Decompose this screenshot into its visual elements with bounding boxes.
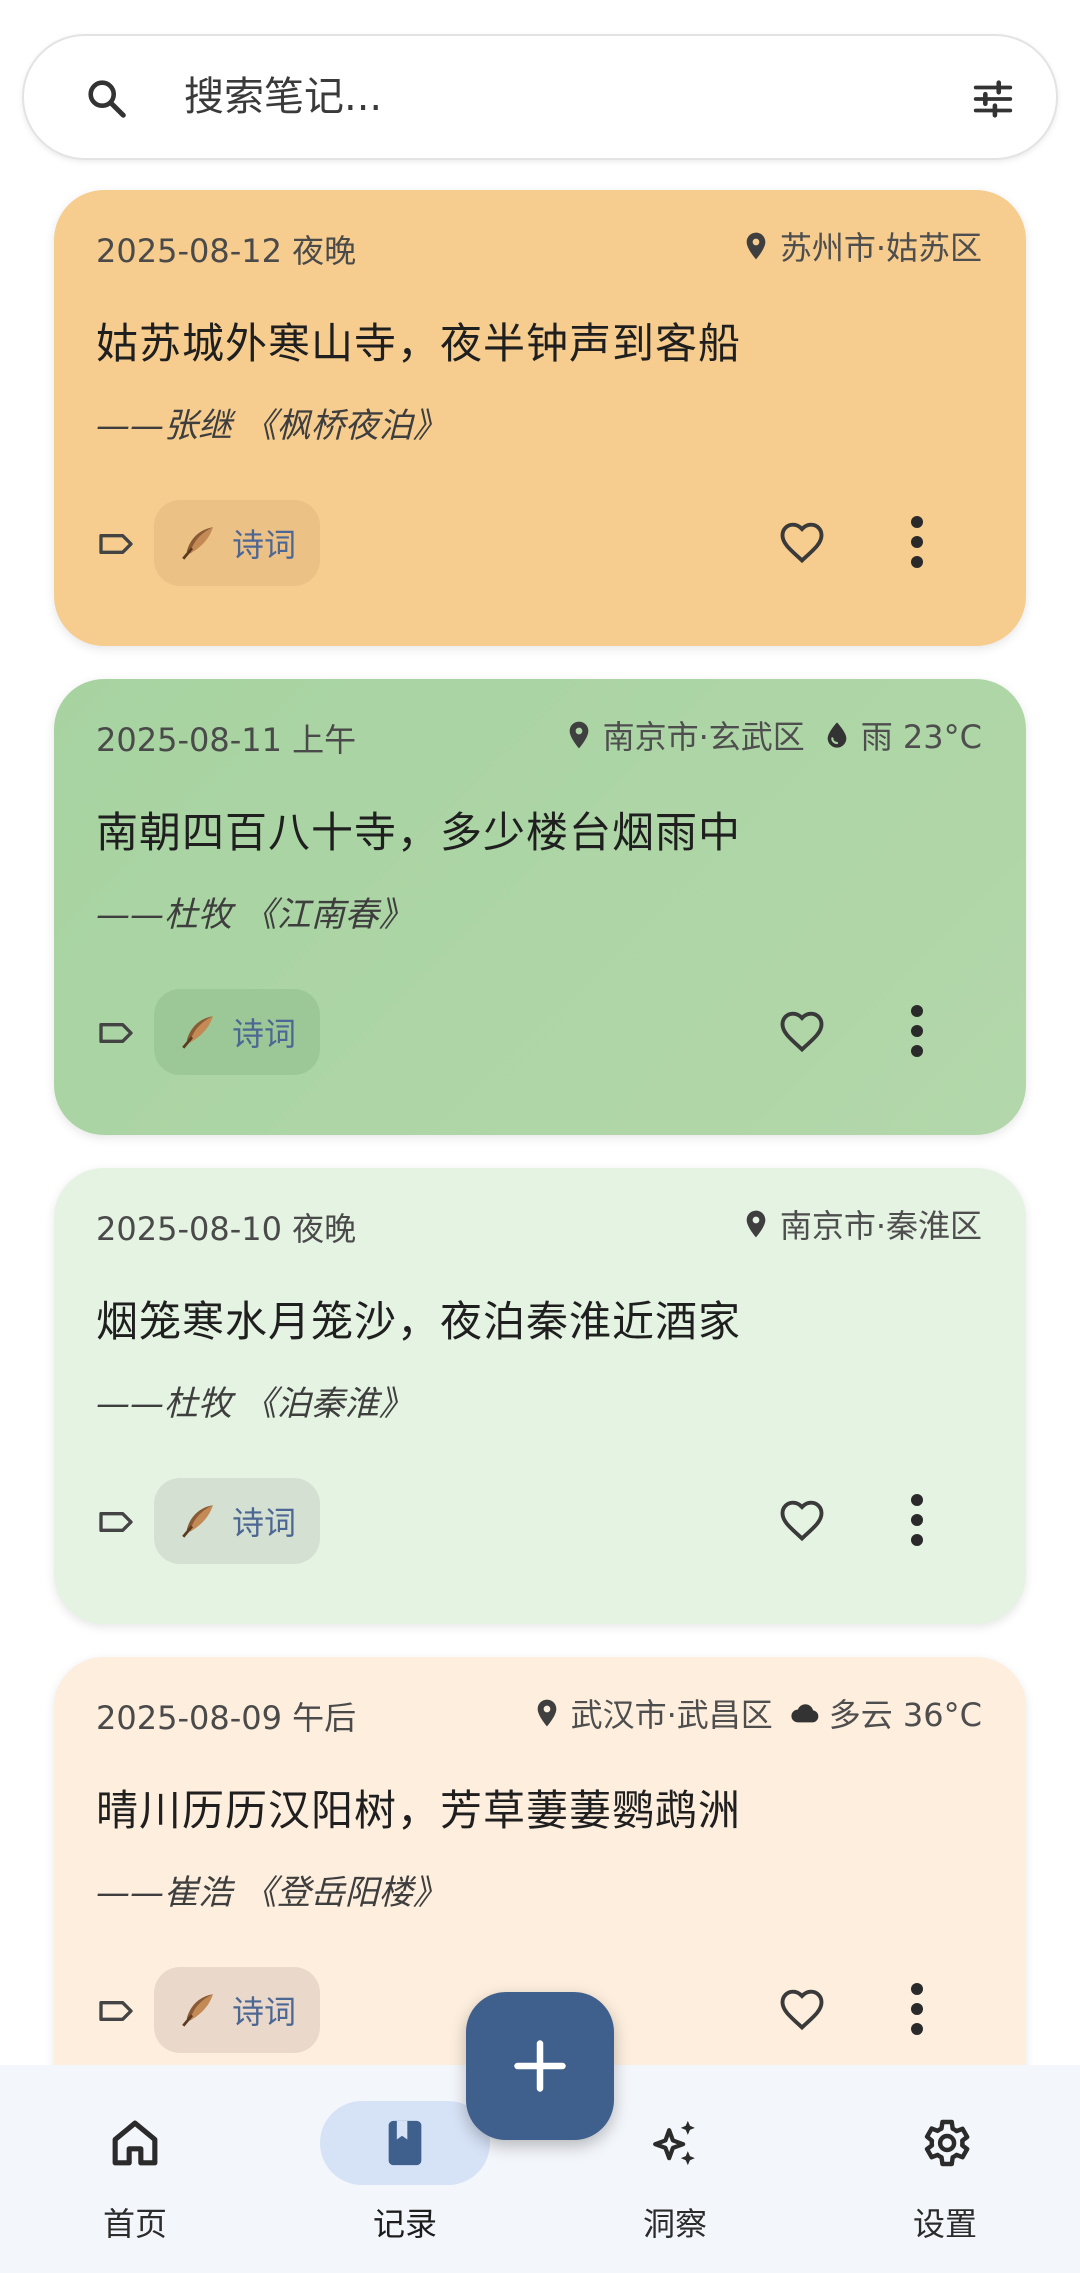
feather-icon [182, 1505, 213, 1538]
nav-icon-container [320, 2101, 490, 2185]
nav-icon-container [590, 2101, 760, 2185]
bookmark-book-icon [388, 2120, 422, 2166]
more-vert-icon[interactable] [904, 1490, 930, 1550]
tag-outline-icon [99, 534, 133, 554]
note-date: 2025-08-11 上午 [96, 721, 357, 759]
note-location: 南京市·玄武区 [602, 718, 805, 756]
nav-label: 设置 [912, 2205, 977, 2243]
note-source: ——杜牧 《江南春》 [96, 895, 413, 935]
cloud-icon [791, 1704, 819, 1723]
note-meta: 苏州市·姑苏区 [740, 226, 982, 267]
note-card[interactable]: 2025-08-11 上午 南京市·玄武区 雨 23°C 南朝四百八十寺，多少楼… [54, 679, 1026, 1135]
location-pin-icon [746, 232, 766, 260]
tag-label: 诗词 [231, 1015, 296, 1053]
tag-outline-icon [99, 1512, 133, 1532]
heart-outline-icon[interactable] [776, 516, 828, 568]
tag-outline-icon [99, 1023, 133, 1043]
more-vert-icon[interactable] [904, 1979, 930, 2039]
heart-outline-icon[interactable] [776, 1983, 828, 2035]
tag-chip[interactable]: 诗词 [154, 1478, 320, 1564]
tag-label: 诗词 [231, 526, 296, 564]
tag-chip[interactable]: 诗词 [154, 989, 320, 1075]
gear-icon [924, 2119, 970, 2167]
note-card[interactable]: 2025-08-10 夜晚 南京市·秦淮区 烟笼寒水月笼沙，夜泊秦淮近酒家 ——… [54, 1168, 1026, 1624]
heart-outline-icon[interactable] [776, 1005, 828, 1057]
location-pin-icon [569, 721, 588, 749]
note-source: ——杜牧 《泊秦淮》 [96, 1384, 413, 1424]
note-weather: 多云 36°C [828, 1696, 982, 1734]
more-vert-icon[interactable] [904, 512, 930, 572]
note-weather: 雨 23°C [860, 718, 982, 756]
note-date: 2025-08-12 夜晚 [96, 232, 357, 270]
search-icon [88, 80, 126, 118]
tag-outline-icon [99, 2001, 133, 2021]
nav-icon-container [860, 2101, 1030, 2185]
tag-label: 诗词 [231, 1504, 296, 1542]
tag-chip[interactable]: 诗词 [154, 500, 320, 586]
note-content: 姑苏城外寒山寺，夜半钟声到客船 [96, 319, 742, 368]
note-meta: 武汉市·武昌区 多云 36°C [531, 1693, 982, 1734]
water-drop-icon [827, 722, 847, 748]
heart-outline-icon[interactable] [776, 1494, 828, 1546]
note-source: ——崔浩 《登岳阳楼》 [96, 1873, 447, 1913]
search-input[interactable]: 搜索笔记... [184, 36, 382, 158]
nav-label: 洞察 [642, 2205, 707, 2243]
note-content: 晴川历历汉阳树，芳草萋萋鹦鹉洲 [96, 1786, 742, 1835]
note-meta: 南京市·秦淮区 [740, 1204, 982, 1245]
note-location: 苏州市·姑苏区 [779, 229, 982, 267]
nav-label: 记录 [372, 2205, 437, 2243]
filter-tune-icon[interactable] [970, 76, 1016, 122]
nav-icon-container [50, 2101, 220, 2185]
note-content: 南朝四百八十寺，多少楼台烟雨中 [96, 808, 742, 857]
search-bar[interactable]: 搜索笔记... [22, 34, 1058, 160]
more-vert-icon[interactable] [904, 1001, 930, 1061]
note-date: 2025-08-09 午后 [96, 1699, 357, 1737]
nav-item-home[interactable]: 首页 [0, 2065, 270, 2273]
feather-icon [182, 1016, 213, 1049]
location-pin-icon [537, 1699, 556, 1727]
tag-label: 诗词 [231, 1993, 296, 2031]
location-pin-icon [746, 1210, 766, 1238]
feather-icon [182, 527, 213, 560]
nav-label: 首页 [102, 2205, 167, 2243]
note-source: ——张继 《枫桥夜泊》 [96, 406, 447, 446]
note-date: 2025-08-10 夜晚 [96, 1210, 357, 1248]
home-icon [112, 2120, 158, 2166]
plus-icon [514, 2040, 566, 2092]
note-location: 南京市·秦淮区 [779, 1207, 982, 1245]
note-content: 烟笼寒水月笼沙，夜泊秦淮近酒家 [96, 1297, 742, 1346]
feather-icon [182, 1994, 213, 2027]
note-location: 武汉市·武昌区 [570, 1696, 773, 1734]
note-card[interactable]: 2025-08-12 夜晚 苏州市·姑苏区 姑苏城外寒山寺，夜半钟声到客船 ——… [54, 190, 1026, 646]
tag-chip[interactable]: 诗词 [154, 1967, 320, 2053]
sparkles-icon [653, 2120, 695, 2166]
add-note-button[interactable] [466, 1992, 614, 2140]
note-meta: 南京市·玄武区 雨 23°C [563, 715, 982, 756]
nav-item-settings[interactable]: 设置 [810, 2065, 1080, 2273]
